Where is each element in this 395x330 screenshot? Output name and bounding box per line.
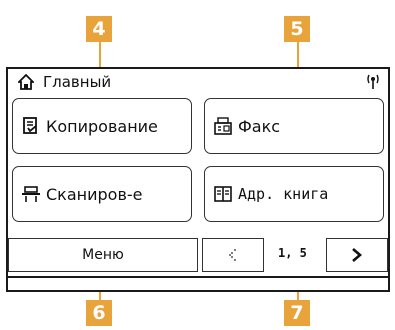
screen-title: Главный bbox=[43, 73, 112, 91]
address-book-icon bbox=[214, 186, 232, 202]
device-screen: Главный Копирование Факс Сканиров-е Адр.… bbox=[6, 67, 390, 292]
fax-label: Факс bbox=[238, 116, 281, 136]
address-book-button[interactable]: Адр. книга bbox=[204, 166, 384, 222]
callout-5: 5 bbox=[284, 16, 310, 42]
screen-bottom-border bbox=[8, 276, 388, 278]
address-book-label: Адр. книга bbox=[238, 185, 329, 203]
scanner-icon bbox=[22, 186, 40, 202]
fax-button[interactable]: Факс bbox=[204, 98, 384, 154]
fax-icon bbox=[214, 117, 232, 135]
prev-arrow-icon bbox=[229, 249, 236, 261]
wireless-signal-icon bbox=[367, 74, 379, 89]
callout-4: 4 bbox=[86, 16, 112, 42]
callout-6: 6 bbox=[86, 300, 112, 326]
next-page-button[interactable] bbox=[326, 238, 388, 272]
copy-icon bbox=[23, 117, 37, 134]
chevron-right-icon bbox=[352, 248, 362, 262]
status-bar: Главный bbox=[8, 69, 388, 94]
scan-button[interactable]: Сканиров-е bbox=[12, 166, 192, 222]
menu-label: Меню bbox=[82, 247, 124, 263]
home-icon[interactable] bbox=[18, 74, 34, 90]
copy-label: Копирование bbox=[46, 116, 158, 136]
page-indicator: 1, 5 bbox=[278, 246, 307, 260]
scan-label: Сканиров-е bbox=[46, 184, 143, 204]
copy-button[interactable]: Копирование bbox=[12, 98, 192, 154]
menu-button[interactable]: Меню bbox=[8, 238, 198, 272]
prev-page-button[interactable] bbox=[202, 238, 264, 272]
callout-7: 7 bbox=[284, 300, 310, 326]
